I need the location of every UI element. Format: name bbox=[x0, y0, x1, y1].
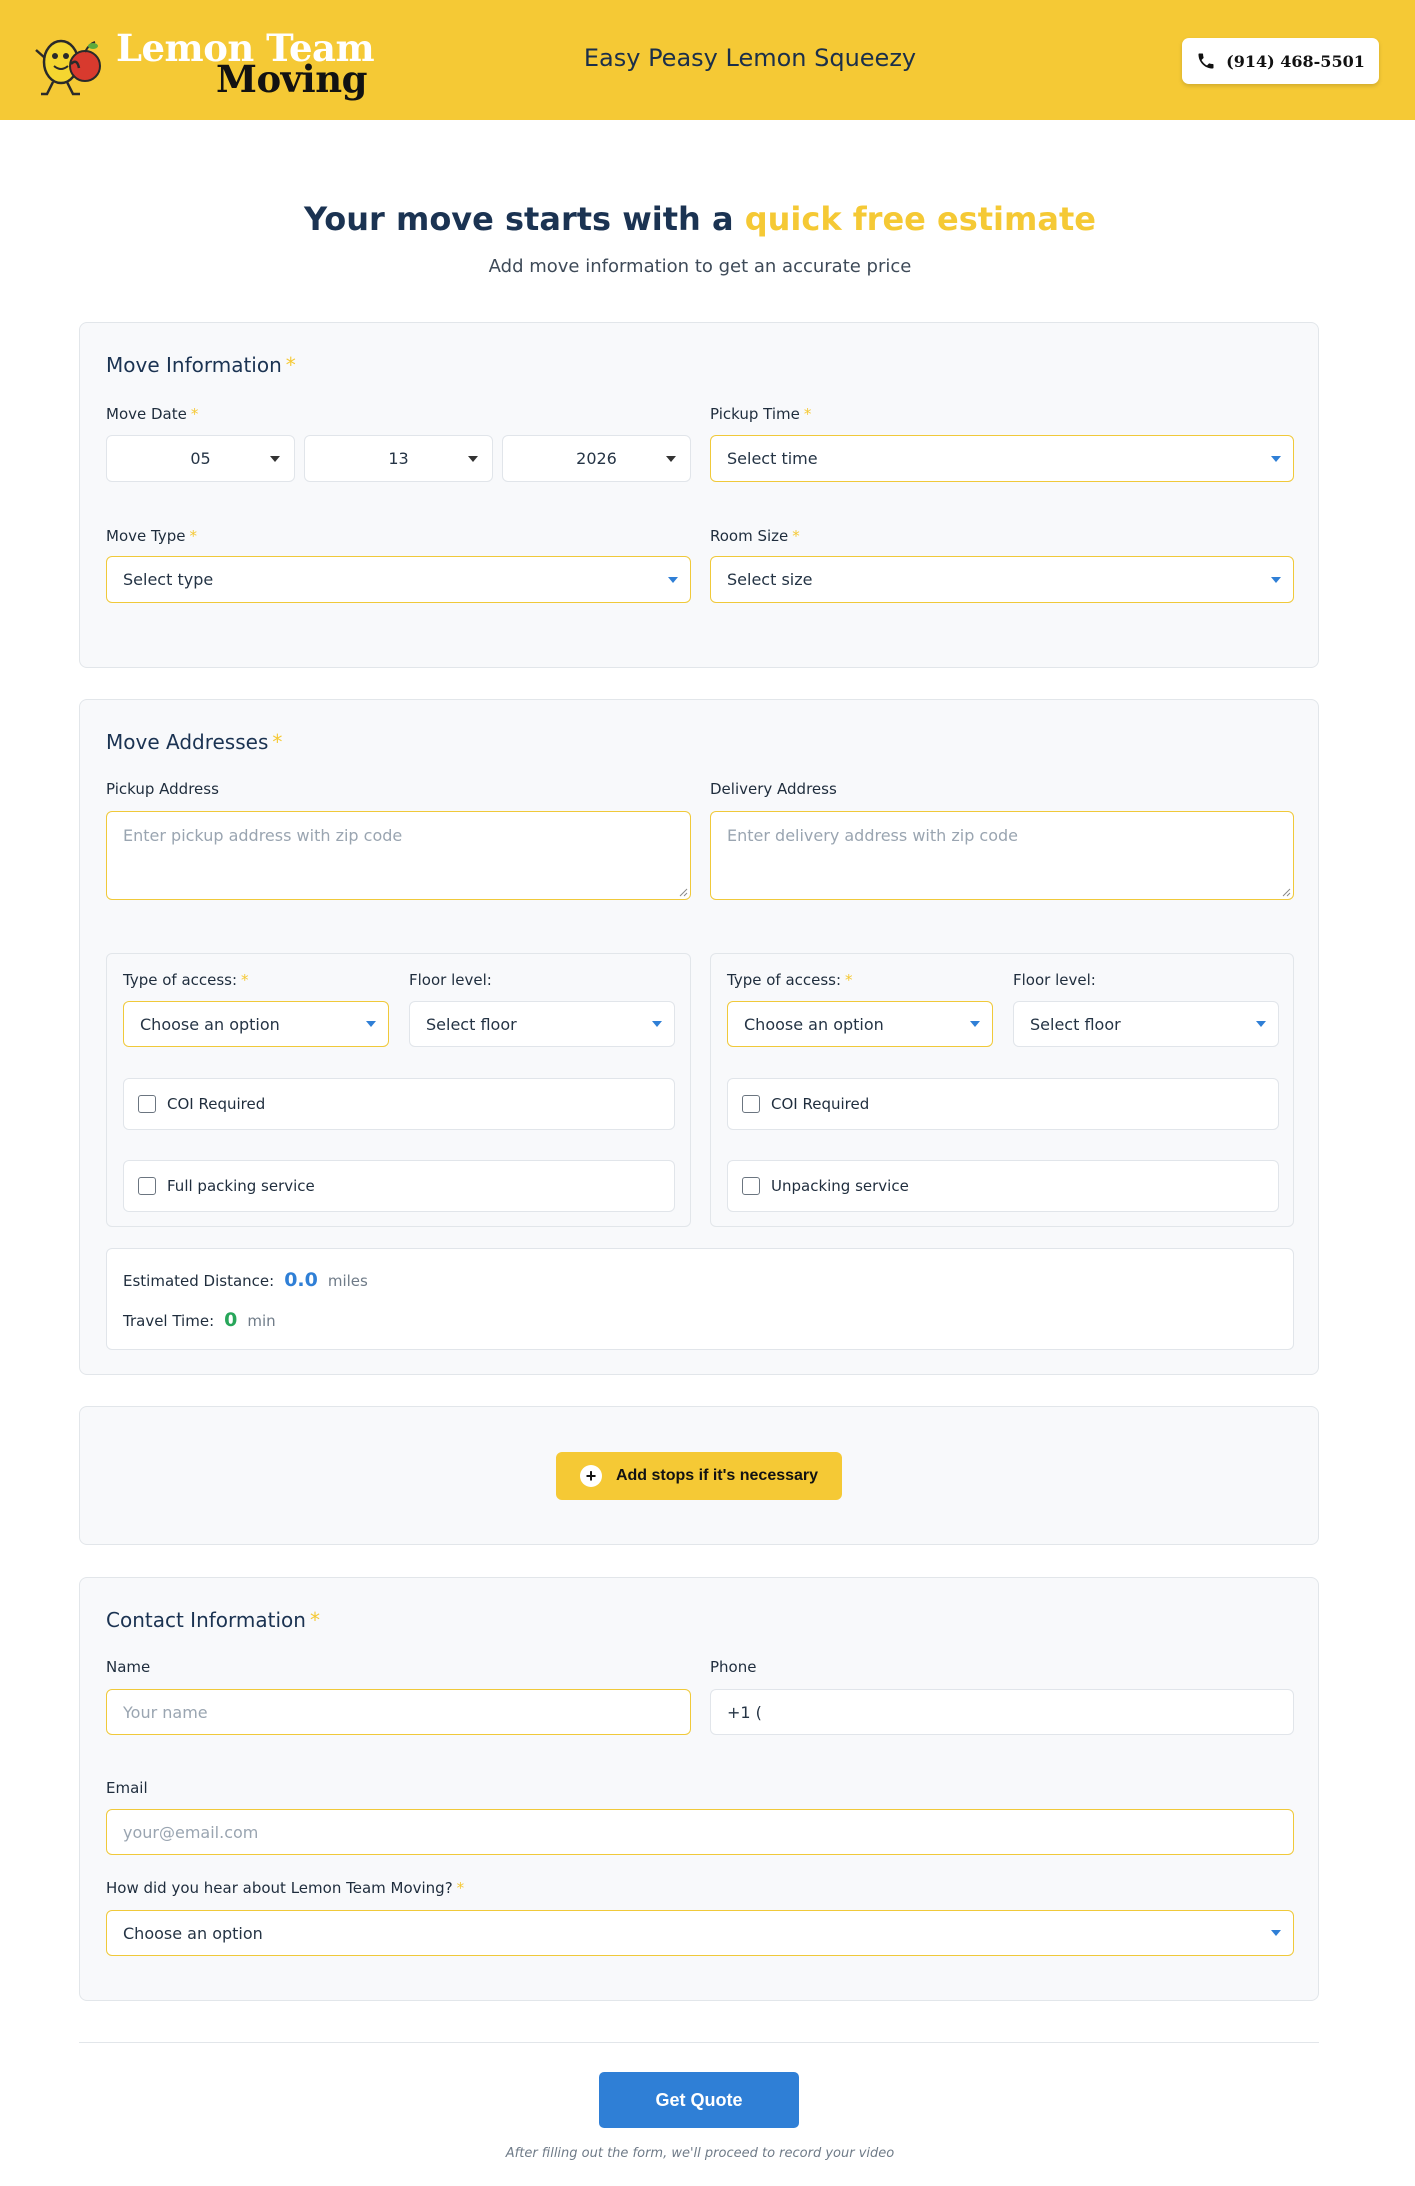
delivery-access-label: Type of access: * bbox=[727, 971, 853, 989]
delivery-service-checkbox-row[interactable]: Unpacking service bbox=[727, 1160, 1279, 1212]
lemon-mascot-icon bbox=[35, 39, 101, 96]
add-stops-label: Add stops if it's necessary bbox=[615, 1467, 819, 1484]
title-accent: quick free estimate bbox=[744, 200, 1096, 238]
delivery-address-input[interactable]: Enter delivery address with zip code bbox=[710, 811, 1294, 900]
pickup-floor-select[interactable]: Select floor bbox=[409, 1001, 675, 1047]
pickup-floor-label: Floor level: bbox=[409, 971, 492, 989]
logo[interactable]: Lemon Team Moving bbox=[33, 24, 375, 101]
phone-input[interactable]: +1 ( bbox=[710, 1689, 1294, 1735]
contact-information-title: Contact Information * bbox=[106, 1608, 320, 1632]
pickup-access-select[interactable]: Choose an option bbox=[123, 1001, 389, 1047]
pickup-coi-checkbox[interactable] bbox=[138, 1095, 156, 1113]
pickup-coi-label: COI Required bbox=[167, 1095, 266, 1113]
move-type-label: Move Type * bbox=[106, 527, 197, 545]
form-footnote: After filling out the form, we'll procee… bbox=[505, 2146, 895, 2161]
get-quote-button[interactable]: Get Quote bbox=[599, 2072, 799, 2128]
move-information-card: Move Information * Move Date * 05 13 2026 … bbox=[79, 322, 1319, 668]
delivery-address-label: Delivery Address bbox=[710, 780, 837, 798]
pickup-service-checkbox-row[interactable]: Full packing service bbox=[123, 1160, 675, 1212]
title-main: Your move starts with a bbox=[304, 200, 745, 238]
estimated-distance-unit: miles bbox=[327, 1272, 368, 1290]
delivery-floor-label: Floor level: bbox=[1013, 971, 1096, 989]
email-input[interactable]: your@email.com bbox=[106, 1809, 1294, 1855]
phone-number: (914) 468-5501 bbox=[1226, 51, 1365, 71]
pickup-time-select[interactable]: Select time bbox=[710, 435, 1294, 482]
delivery-coi-checkbox[interactable] bbox=[742, 1095, 760, 1113]
full-packing-checkbox[interactable] bbox=[138, 1177, 156, 1195]
room-size-select[interactable]: Select size bbox=[710, 556, 1294, 603]
distance-info-box: Estimated Distance: 0.0 miles Travel Tim… bbox=[106, 1248, 1294, 1350]
delivery-options-panel: Type of access: * Choose an option Floor … bbox=[710, 953, 1294, 1227]
unpacking-label: Unpacking service bbox=[771, 1177, 909, 1195]
move-addresses-title: Move Addresses * bbox=[106, 730, 283, 754]
room-size-label: Room Size * bbox=[710, 527, 800, 545]
resize-handle-icon[interactable] bbox=[1282, 888, 1291, 897]
pickup-address-label: Pickup Address bbox=[106, 780, 219, 798]
divider bbox=[79, 2042, 1319, 2043]
pickup-options-panel: Type of access: * Choose an option Floor … bbox=[106, 953, 691, 1227]
pickup-address-input[interactable]: Enter pickup address with zip code bbox=[106, 811, 691, 900]
page-title: Your move starts with a quick free estim… bbox=[0, 200, 1400, 238]
page-subtitle: Add move information to get an accurate … bbox=[488, 256, 912, 277]
estimated-distance-value: 0.0 bbox=[284, 1269, 318, 1291]
pickup-time-label: Pickup Time * bbox=[710, 405, 812, 423]
name-input[interactable]: Your name bbox=[106, 1689, 691, 1735]
phone-label: Phone bbox=[710, 1658, 757, 1676]
move-date-label: Move Date * bbox=[106, 405, 199, 423]
referral-label: How did you hear about Lemon Team Moving… bbox=[106, 1879, 465, 1897]
move-day-select[interactable]: 13 bbox=[304, 435, 493, 482]
move-year-select[interactable]: 2026 bbox=[502, 435, 691, 482]
estimated-distance-label: Estimated Distance: bbox=[123, 1272, 275, 1290]
delivery-access-select[interactable]: Choose an option bbox=[727, 1001, 993, 1047]
phone-icon bbox=[1198, 53, 1214, 69]
full-packing-label: Full packing service bbox=[167, 1177, 315, 1195]
call-phone-button[interactable]: (914) 468-5501 bbox=[1182, 38, 1379, 84]
move-month-select[interactable]: 05 bbox=[106, 435, 295, 482]
logo-text-line2: Moving bbox=[216, 57, 367, 101]
tagline: Easy Peasy Lemon Squeezy bbox=[583, 44, 917, 72]
add-stops-button[interactable]: + Add stops if it's necessary bbox=[556, 1452, 842, 1500]
travel-time-row: Travel Time: 0 min bbox=[123, 1309, 276, 1331]
contact-information-card: Contact Information * Name Your name Phon… bbox=[79, 1577, 1319, 2001]
email-label: Email bbox=[106, 1779, 148, 1797]
estimated-distance-row: Estimated Distance: 0.0 miles bbox=[123, 1269, 368, 1291]
travel-time-value: 0 bbox=[224, 1309, 238, 1331]
resize-handle-icon[interactable] bbox=[679, 888, 688, 897]
pickup-access-label: Type of access: * bbox=[123, 971, 249, 989]
delivery-floor-select[interactable]: Select floor bbox=[1013, 1001, 1279, 1047]
move-type-select[interactable]: Select type bbox=[106, 556, 691, 603]
pickup-coi-checkbox-row[interactable]: COI Required bbox=[123, 1078, 675, 1130]
travel-time-label: Travel Time: bbox=[123, 1312, 215, 1330]
name-label: Name bbox=[106, 1658, 151, 1676]
delivery-coi-label: COI Required bbox=[771, 1095, 870, 1113]
delivery-coi-checkbox-row[interactable]: COI Required bbox=[727, 1078, 1279, 1130]
plus-circle-icon: + bbox=[579, 1465, 602, 1487]
move-information-title: Move Information * bbox=[106, 353, 296, 377]
referral-select[interactable]: Choose an option bbox=[106, 1910, 1294, 1956]
site-header: Lemon Team Moving Easy Peasy Lemon Squee… bbox=[0, 0, 1415, 120]
travel-time-unit: min bbox=[247, 1312, 276, 1330]
move-addresses-card: Move Addresses * Pickup Address Enter pic… bbox=[79, 699, 1319, 1375]
unpacking-checkbox[interactable] bbox=[742, 1177, 760, 1195]
